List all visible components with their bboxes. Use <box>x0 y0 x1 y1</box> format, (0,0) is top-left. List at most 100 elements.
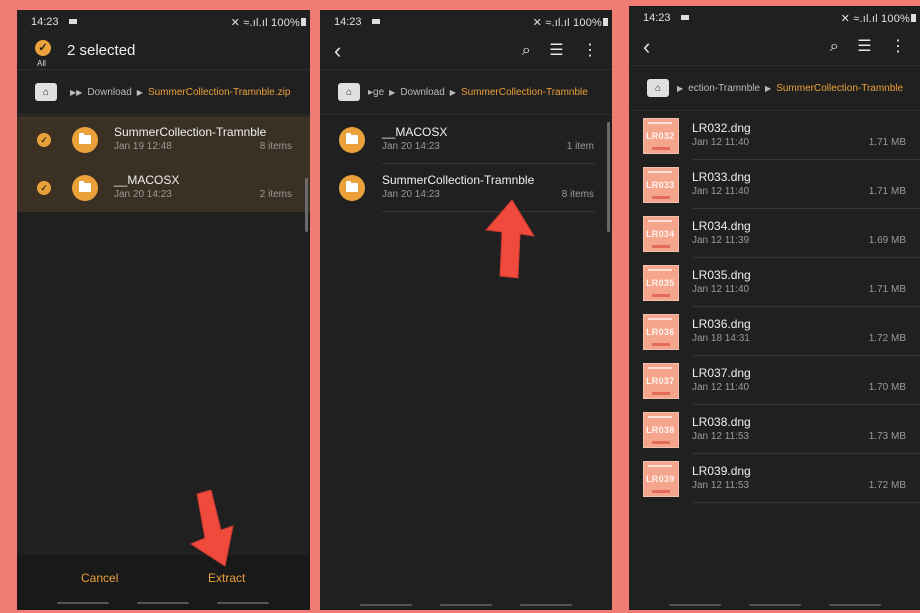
file-name: LR039.dng <box>692 464 751 478</box>
list-view-icon[interactable]: ☰ <box>549 42 563 59</box>
list-view-icon[interactable]: ☰ <box>857 38 871 55</box>
file-date: Jan 12 11:53 <box>692 480 750 491</box>
app-toolbar: ‹ ⌕ ☰ ⋮ <box>629 28 920 68</box>
back-arrow-icon[interactable]: ‹ <box>334 38 341 64</box>
scrollbar[interactable] <box>305 178 308 232</box>
select-all-check-icon[interactable]: ✓ <box>35 40 51 56</box>
file-row[interactable]: LR034 LR034.dng Jan 12 11:39 1.69 MB <box>629 210 920 258</box>
file-row[interactable]: LR037 LR037.dng Jan 12 11:40 1.70 MB <box>629 357 920 405</box>
battery-icon <box>603 18 608 26</box>
breadcrumb: ⌂ ▶ ection-Tramnble ▶ SummerCollection-T… <box>629 65 920 111</box>
list-item-summercollection[interactable]: SummerCollection-Tramnble Jan 20 14:23 8… <box>320 164 612 212</box>
check-icon[interactable]: ✓ <box>37 181 51 195</box>
thumbnail-bar <box>652 441 670 444</box>
check-icon[interactable]: ✓ <box>37 133 51 147</box>
back-arrow-icon[interactable]: ‹ <box>643 34 650 60</box>
thumbnail-header <box>648 416 672 418</box>
file-row[interactable]: LR039 LR039.dng Jan 12 11:53 1.72 MB <box>629 455 920 503</box>
item-date: Jan 19 12:48 <box>114 141 172 152</box>
status-time: 14:23 <box>334 16 362 28</box>
cancel-button[interactable]: Cancel <box>81 571 118 585</box>
file-size: 1.69 MB <box>868 235 906 246</box>
file-size: 1.71 MB <box>868 186 906 197</box>
home-icon[interactable]: ⌂ <box>338 83 360 101</box>
file-row[interactable]: LR032 LR032.dng Jan 12 11:40 1.71 MB <box>629 112 920 160</box>
battery-icon <box>911 14 916 22</box>
breadcrumb-current[interactable]: SummerCollection-Tramnble.zip <box>148 87 290 98</box>
breadcrumb-separator-icon: ▶ <box>389 87 396 97</box>
search-icon[interactable]: ⌕ <box>830 38 839 55</box>
image-thumbnail: LR039 <box>643 461 679 497</box>
file-row[interactable]: LR035 LR035.dng Jan 12 11:40 1.71 MB <box>629 259 920 307</box>
status-bar: 14:23 ✕ ≈.ıl.ıl 100% <box>320 10 612 32</box>
image-thumbnail: LR032 <box>643 118 679 154</box>
camera-icon <box>681 15 689 20</box>
breadcrumb-separator-icon: ▶ <box>136 87 143 97</box>
extract-button[interactable]: Extract <box>208 571 245 585</box>
breadcrumb-download[interactable]: Download <box>87 87 131 98</box>
breadcrumb-download[interactable]: Download <box>400 87 444 98</box>
item-name: SummerCollection-Tramnble <box>382 173 535 187</box>
toolbar-actions: ⌕ ☰ ⋮ <box>508 40 598 60</box>
breadcrumb-overflow-icon[interactable]: ▶▶ <box>70 88 82 97</box>
thumbnail-bar <box>652 196 670 199</box>
item-count: 1 item <box>566 141 594 152</box>
thumbnail-label: LR034 <box>646 229 675 239</box>
folder-icon <box>72 175 98 201</box>
list-item-macosx[interactable]: __MACOSX Jan 20 14:23 1 item <box>320 116 612 164</box>
scrollbar[interactable] <box>607 122 610 232</box>
breadcrumb-separator-icon: ▶ <box>677 83 684 93</box>
file-name: LR035.dng <box>692 268 751 282</box>
file-row[interactable]: LR038 LR038.dng Jan 12 11:53 1.73 MB <box>629 406 920 454</box>
more-vert-icon[interactable]: ⋮ <box>582 42 598 59</box>
file-size: 1.72 MB <box>868 333 906 344</box>
thumbnail-bar <box>652 294 670 297</box>
divider <box>692 208 920 209</box>
file-size: 1.72 MB <box>868 480 906 491</box>
search-icon[interactable]: ⌕ <box>522 42 531 59</box>
divider <box>692 355 920 356</box>
breadcrumb-parent[interactable]: ection-Tramnble <box>688 83 760 94</box>
nav-handle <box>217 602 269 604</box>
nav-handle <box>669 604 721 606</box>
home-icon[interactable]: ⌂ <box>35 83 57 101</box>
file-size: 1.73 MB <box>868 431 906 442</box>
file-date: Jan 12 11:39 <box>692 235 750 246</box>
breadcrumb-truncated[interactable]: ▸ge <box>368 87 384 98</box>
thumbnail-header <box>648 367 672 369</box>
thumbnail-label: LR036 <box>646 327 675 337</box>
selection-screen: 14:23 ✕ ≈.ıl.ıl 100% ✓ All 2 selected ⌂ … <box>17 10 310 610</box>
breadcrumb-current[interactable]: SummerCollection-Tramnble <box>461 87 588 98</box>
breadcrumb-current[interactable]: SummerCollection-Tramnble <box>776 83 903 94</box>
selection-header: ✓ All 2 selected <box>17 32 310 72</box>
file-date: Jan 12 11:53 <box>692 431 750 442</box>
select-all-label[interactable]: All <box>37 59 46 68</box>
thumbnail-label: LR035 <box>646 278 675 288</box>
folder-icon <box>339 175 365 201</box>
thumbnail-label: LR038 <box>646 425 675 435</box>
file-row[interactable]: LR036 LR036.dng Jan 18 14:31 1.72 MB <box>629 308 920 356</box>
file-row[interactable]: LR033 LR033.dng Jan 12 11:40 1.71 MB <box>629 161 920 209</box>
item-name: __MACOSX <box>114 173 180 187</box>
status-time: 14:23 <box>643 12 671 24</box>
toolbar-actions: ⌕ ☰ ⋮ <box>816 36 906 56</box>
more-vert-icon[interactable]: ⋮ <box>890 38 906 55</box>
thumbnail-bar <box>652 490 670 493</box>
list-item-summercollection[interactable]: ✓ SummerCollection-Tramnble Jan 19 12:48… <box>17 116 310 164</box>
file-size: 1.71 MB <box>868 284 906 295</box>
thumbnail-bar <box>652 343 670 346</box>
status-indicators: ✕ ≈.ıl.ıl 100% <box>840 13 910 25</box>
thumbnail-label: LR033 <box>646 180 675 190</box>
item-count: 8 items <box>259 141 292 152</box>
item-count: 2 items <box>259 189 292 200</box>
nav-handle <box>829 604 881 606</box>
bottom-action-bar: Cancel Extract <box>17 555 310 610</box>
status-time: 14:23 <box>31 16 59 28</box>
status-bar: 14:23 ✕ ≈.ıl.ıl 100% <box>17 10 310 32</box>
thumbnail-bar <box>652 245 670 248</box>
list-item-macosx[interactable]: ✓ __MACOSX Jan 20 14:23 2 items <box>17 164 310 212</box>
home-icon[interactable]: ⌂ <box>647 79 669 97</box>
file-date: Jan 12 11:40 <box>692 284 750 295</box>
image-thumbnail: LR033 <box>643 167 679 203</box>
nav-handle <box>749 604 801 606</box>
